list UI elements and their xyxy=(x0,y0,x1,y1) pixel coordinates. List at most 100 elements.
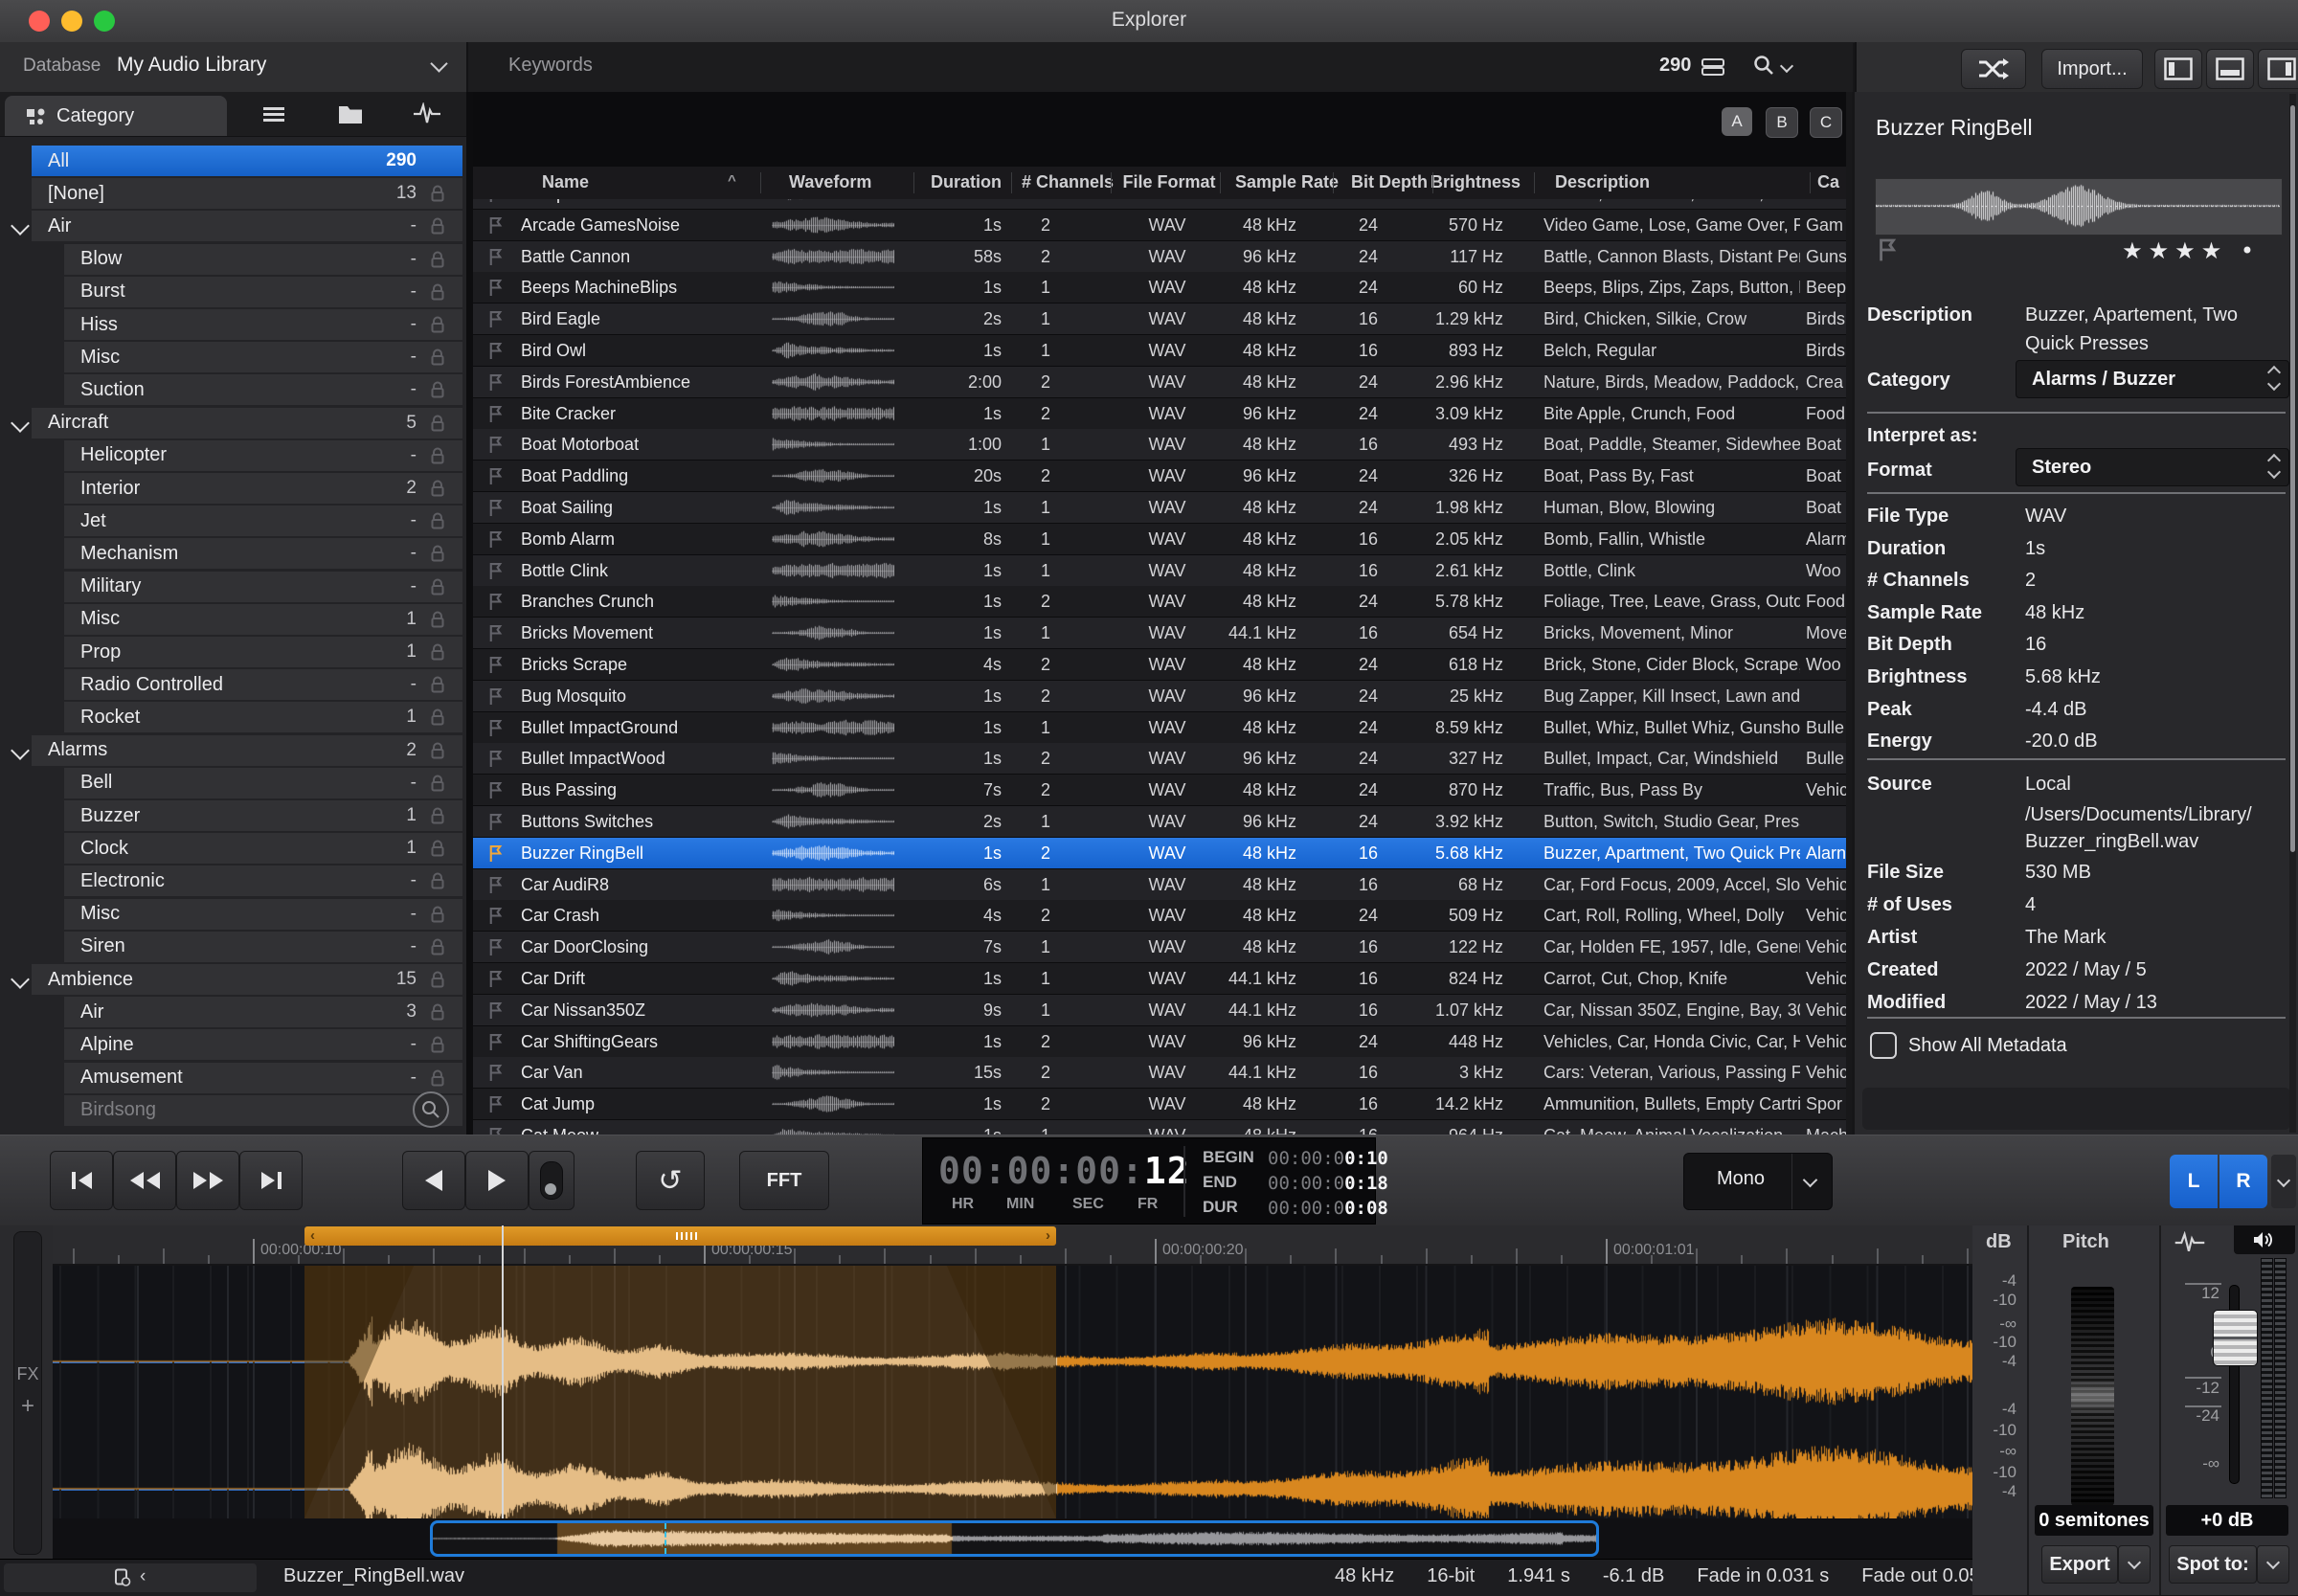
column-waveform[interactable]: Waveform xyxy=(789,172,871,192)
filter-button-b[interactable]: B xyxy=(1766,107,1798,138)
details-scrollbar-thumb[interactable] xyxy=(2290,105,2295,852)
table-row[interactable]: Car AudiR86s1WAV48 kHz1668 HzCar, Ford F… xyxy=(473,869,1852,900)
sidebar-item--none-[interactable]: [None]13 xyxy=(32,178,462,209)
table-row[interactable]: Bird Owl1s1WAV48 kHz16893 HzBelch, Regul… xyxy=(473,335,1852,366)
sidebar-item-all[interactable]: All290 xyxy=(32,146,462,176)
sidebar-item-bell[interactable]: Bell- xyxy=(64,768,462,798)
table-row[interactable]: Bullet ImpactWood1s2WAV96 kHz24327 HzBul… xyxy=(473,743,1852,774)
table-row[interactable]: Boat Sailing1s1WAV48 kHz241.98 kHzHuman,… xyxy=(473,492,1852,523)
flag-icon[interactable] xyxy=(488,719,503,737)
sidebar-item-blow[interactable]: Blow- xyxy=(64,244,462,275)
flag-icon[interactable] xyxy=(488,562,503,580)
play-reverse-button[interactable] xyxy=(402,1151,465,1210)
sidebar-item-misc[interactable]: Misc- xyxy=(64,899,462,930)
flag-icon[interactable] xyxy=(488,938,503,956)
channel-right-button[interactable]: R xyxy=(2219,1155,2267,1208)
table-row[interactable]: Bottle Clink1s1WAV48 kHz162.61 kHzBottle… xyxy=(473,555,1852,586)
flag-icon[interactable] xyxy=(488,373,503,392)
playhead[interactable] xyxy=(502,1225,504,1518)
table-row[interactable]: Bricks Scrape4s2WAV48 kHz24618 HzBrick, … xyxy=(473,649,1852,680)
pitch-wheel[interactable] xyxy=(2071,1287,2114,1506)
monitor-tab[interactable] xyxy=(2234,1225,2295,1254)
flag-icon[interactable] xyxy=(488,467,503,485)
fx-rack-panel[interactable]: FX + xyxy=(13,1231,42,1555)
table-row[interactable]: Bullet ImpactGround1s1WAV48 kHz248.59 kH… xyxy=(473,712,1852,743)
sidebar-item-suction[interactable]: Suction- xyxy=(64,374,462,405)
layout-right-button[interactable] xyxy=(2258,49,2298,89)
table-row[interactable]: Buttons Switches2s1WAV96 kHz243.92 kHzBu… xyxy=(473,806,1852,837)
sidebar-item-siren[interactable]: Siren- xyxy=(64,932,462,962)
channel-mode-dropdown[interactable]: Mono xyxy=(1683,1153,1833,1210)
sidebar-item-clock[interactable]: Clock1 xyxy=(64,833,462,864)
show-all-metadata-checkbox[interactable] xyxy=(1870,1032,1897,1059)
fx-add-button[interactable]: + xyxy=(14,1393,41,1420)
sidebar-item-helicopter[interactable]: Helicopter- xyxy=(64,440,462,471)
flag-icon[interactable] xyxy=(1878,237,1897,262)
table-row[interactable]: Antique Furniture1s2WAV48 kHz24290 HzDra… xyxy=(473,199,1852,209)
filter-button-a[interactable]: A xyxy=(1722,107,1752,136)
sidebar-item-alarms[interactable]: Alarms2 xyxy=(32,735,462,766)
flag-icon[interactable] xyxy=(488,750,503,768)
flag-icon[interactable] xyxy=(488,499,503,517)
table-row[interactable]: Car ShiftingGears1s2WAV96 kHz24448 HzVeh… xyxy=(473,1026,1852,1057)
channel-left-button[interactable]: L xyxy=(2170,1155,2218,1208)
sidebar-item-buzzer[interactable]: Buzzer1 xyxy=(64,800,462,831)
overview-viewport[interactable] xyxy=(430,1520,1599,1557)
fast-forward-button[interactable] xyxy=(176,1151,239,1210)
sidebar-item-misc[interactable]: Misc- xyxy=(64,342,462,372)
import-button[interactable]: Import... xyxy=(2041,49,2143,89)
table-row[interactable]: Car Nissan350Z9s1WAV44.1 kHz161.07 kHzCa… xyxy=(473,995,1852,1025)
sidebar-item-rocket[interactable]: Rocket1 xyxy=(64,702,462,732)
search-icon[interactable] xyxy=(1753,55,1774,78)
timeline-ruler[interactable]: 00:00:00:1000:00:00:1500:00:00:2000:00:0… xyxy=(53,1225,1972,1266)
table-row[interactable]: Boat Paddling20s2WAV96 kHz24326 HzBoat, … xyxy=(473,461,1852,491)
flag-icon[interactable] xyxy=(488,876,503,894)
selection-left-arrow-icon[interactable]: ‹ xyxy=(310,1227,315,1244)
flag-icon[interactable] xyxy=(488,436,503,454)
flag-icon[interactable] xyxy=(488,844,503,863)
export-button[interactable]: Export xyxy=(2041,1545,2118,1584)
search-options-chevron-icon[interactable] xyxy=(1780,59,1793,73)
flag-icon[interactable] xyxy=(488,1033,503,1051)
flag-icon[interactable] xyxy=(488,342,503,360)
keywords-search-bar[interactable]: Keywords 290 xyxy=(468,42,1853,92)
spot-dropdown-button[interactable] xyxy=(2257,1545,2289,1584)
skip-end-button[interactable] xyxy=(239,1151,303,1210)
selection-right-arrow-icon[interactable]: › xyxy=(1046,1227,1050,1244)
column-rate[interactable]: Sample Rate xyxy=(1229,172,1344,192)
flag-icon[interactable] xyxy=(488,530,503,549)
export-dropdown-button[interactable] xyxy=(2118,1545,2151,1584)
format-dropdown[interactable]: Stereo xyxy=(2016,448,2289,486)
layout-left-button[interactable] xyxy=(2154,49,2202,89)
tab-folder-view[interactable] xyxy=(322,100,379,128)
flag-icon[interactable] xyxy=(488,1064,503,1082)
session-box[interactable]: ‹ xyxy=(4,1563,257,1592)
sidebar-item-alpine[interactable]: Alpine- xyxy=(64,1029,462,1060)
rewind-button[interactable] xyxy=(113,1151,176,1210)
selection-region[interactable] xyxy=(304,1264,1056,1518)
table-row[interactable]: Car Van15s2WAV44.1 kHz163 kHzCars: Veter… xyxy=(473,1057,1852,1088)
play-button[interactable] xyxy=(465,1151,529,1210)
selection-range-bar[interactable]: ‹ › xyxy=(304,1226,1056,1246)
chevron-down-icon[interactable] xyxy=(11,970,30,989)
layout-bottom-button[interactable] xyxy=(2206,49,2254,89)
category-dropdown[interactable]: Alarms / Buzzer xyxy=(2016,360,2289,398)
filter-button-c[interactable]: C xyxy=(1810,107,1842,138)
table-scrollbar[interactable] xyxy=(1846,92,1852,1135)
fft-button[interactable]: FFT xyxy=(739,1151,829,1210)
sidebar-item-birdsong[interactable]: Birdsong xyxy=(64,1095,462,1126)
flag-icon[interactable] xyxy=(488,970,503,988)
chevron-down-icon[interactable] xyxy=(11,741,30,760)
channel-dropdown[interactable] xyxy=(2271,1155,2296,1208)
sidebar-item-jet[interactable]: Jet- xyxy=(64,506,462,536)
shuffle-button[interactable] xyxy=(1961,49,2026,89)
sidebar-item-mechanism[interactable]: Mechanism- xyxy=(64,538,462,569)
waveform-editor[interactable]: 00:00:00:1000:00:00:1500:00:00:2000:00:0… xyxy=(53,1225,1972,1518)
flag-icon[interactable] xyxy=(488,279,503,297)
flag-icon[interactable] xyxy=(488,310,503,328)
column-bits[interactable]: Bit Depth xyxy=(1346,172,1432,192)
flag-icon[interactable] xyxy=(488,813,503,831)
column-description[interactable]: Description xyxy=(1555,172,1650,192)
chevron-down-icon[interactable] xyxy=(11,414,30,433)
table-row[interactable]: Car Crash4s2WAV48 kHz24509 HzCart, Roll,… xyxy=(473,900,1852,931)
